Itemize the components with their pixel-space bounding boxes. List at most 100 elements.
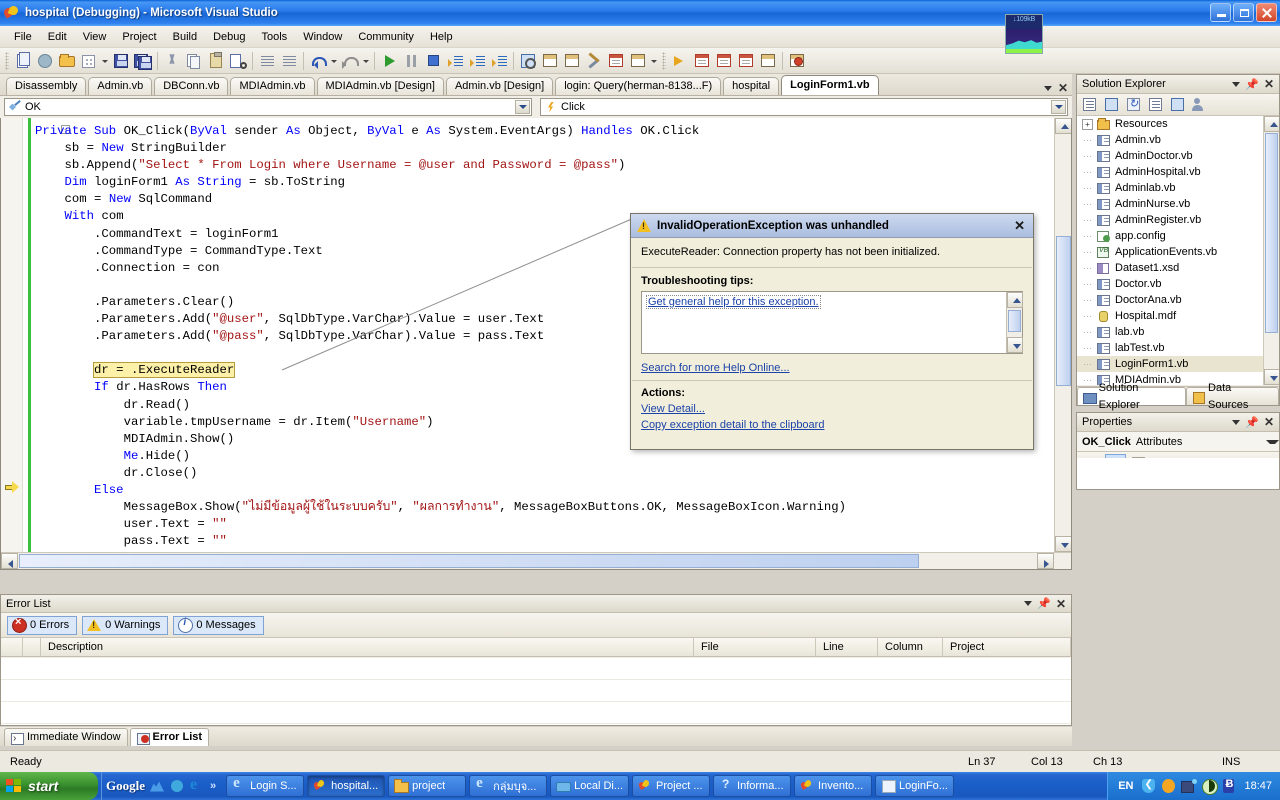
tab-dbconn-vb[interactable]: DBConn.vb bbox=[154, 77, 229, 95]
taskbar-item-project[interactable]: Project ... bbox=[632, 775, 711, 797]
editor-vertical-scrollbar[interactable] bbox=[1054, 118, 1071, 552]
autos-icon[interactable] bbox=[735, 50, 757, 72]
solution-item-applicationevents-vb[interactable]: ··· ApplicationEvents.vb bbox=[1077, 244, 1279, 260]
network-monitor-widget[interactable]: ↓109kB bbox=[1005, 14, 1043, 54]
code-line[interactable]: Private Sub OK_Click(ByVal sender As Obj… bbox=[35, 123, 1053, 140]
tab-loginform1-vb[interactable]: LoginForm1.vb bbox=[781, 75, 879, 95]
col-project[interactable]: Project bbox=[943, 637, 1071, 657]
internet-explorer-icon[interactable] bbox=[190, 776, 205, 794]
view-designer-icon[interactable] bbox=[1168, 95, 1188, 114]
find-symbol-icon[interactable] bbox=[517, 50, 539, 72]
undo-dropdown-arrow[interactable] bbox=[329, 50, 339, 72]
view-detail-link[interactable]: View Detail... bbox=[641, 403, 705, 415]
solution-item-resources[interactable]: + Resources bbox=[1077, 116, 1279, 132]
show-next-statement-icon[interactable] bbox=[669, 50, 691, 72]
solution-item-app-config[interactable]: ··· app.config bbox=[1077, 228, 1279, 244]
command-window-dropdown-arrow[interactable] bbox=[649, 50, 659, 72]
language-indicator[interactable]: EN bbox=[1118, 780, 1133, 792]
tips-scroll-thumb[interactable] bbox=[1008, 310, 1021, 332]
exception-dialog-close-icon[interactable]: ✕ bbox=[1014, 218, 1025, 234]
solution-item-doctorana-vb[interactable]: ··· DoctorAna.vb bbox=[1077, 292, 1279, 308]
tab-mdiadmin-vb-design[interactable]: MDIAdmin.vb [Design] bbox=[316, 77, 444, 95]
tab-data-sources[interactable]: Data Sources bbox=[1186, 382, 1279, 411]
toolbar-grip[interactable] bbox=[5, 51, 9, 70]
view-code-icon[interactable] bbox=[1146, 95, 1166, 114]
taskbar-item-loginform[interactable]: LoginFo... bbox=[875, 775, 954, 797]
col-line[interactable]: Line bbox=[816, 637, 878, 657]
tree-scroll-thumb[interactable] bbox=[1265, 133, 1278, 333]
bluetooth-icon[interactable] bbox=[1221, 778, 1236, 794]
redo-icon[interactable] bbox=[339, 50, 361, 72]
solution-item-adminhospital-vb[interactable]: ··· AdminHospital.vb bbox=[1077, 164, 1279, 180]
paste-icon[interactable] bbox=[205, 50, 227, 72]
table-row[interactable] bbox=[1, 680, 1071, 702]
tab-mdiadmin-vb[interactable]: MDIAdmin.vb bbox=[230, 77, 315, 95]
code-line[interactable]: com = New SqlCommand bbox=[35, 191, 1053, 208]
refresh-icon[interactable] bbox=[1124, 95, 1144, 114]
properties-icon[interactable] bbox=[1080, 95, 1100, 114]
tips-scroll-down-button[interactable] bbox=[1007, 337, 1023, 353]
media-icon[interactable] bbox=[170, 779, 185, 794]
solution-item-hospital-mdf[interactable]: ··· Hospital.mdf bbox=[1077, 308, 1279, 324]
solution-tree-scrollbar[interactable] bbox=[1263, 116, 1279, 385]
debug-toolbar-grip[interactable] bbox=[662, 51, 666, 70]
solution-item-dataset1-xsd[interactable]: ··· Dataset1.xsd bbox=[1077, 260, 1279, 276]
display-icon[interactable] bbox=[1201, 778, 1219, 795]
active-files-dropdown-icon[interactable] bbox=[1043, 85, 1052, 91]
comment-icon[interactable] bbox=[256, 50, 278, 72]
filter-warnings-button[interactable]: 0 Warnings bbox=[82, 615, 169, 635]
menu-item-file[interactable]: File bbox=[6, 29, 40, 45]
chevron-more-icon[interactable]: » bbox=[210, 780, 216, 792]
restore-button[interactable] bbox=[1233, 3, 1254, 22]
minimize-button[interactable] bbox=[1210, 3, 1231, 22]
col-file[interactable]: File bbox=[694, 637, 816, 657]
step-into-icon[interactable] bbox=[444, 50, 466, 72]
menu-item-edit[interactable]: Edit bbox=[40, 29, 75, 45]
cut-icon[interactable] bbox=[161, 50, 183, 72]
col-column[interactable]: Column bbox=[878, 637, 943, 657]
solution-explorer-close-icon[interactable]: ✕ bbox=[1264, 78, 1274, 90]
code-line[interactable]: dr.Close() bbox=[35, 465, 1053, 482]
code-line[interactable]: MessageBox.Show("ไม่มีข้อมูลผู้ใช้ในระบบ… bbox=[35, 499, 1053, 516]
stop-debugging-icon[interactable] bbox=[422, 50, 444, 72]
editor-horizontal-scrollbar[interactable] bbox=[1, 552, 1071, 569]
security-shield-icon[interactable] bbox=[1141, 778, 1156, 794]
menu-item-help[interactable]: Help bbox=[422, 29, 461, 45]
copy-icon[interactable] bbox=[183, 50, 205, 72]
locals-icon[interactable] bbox=[713, 50, 735, 72]
solution-tree[interactable]: + Resources ··· Admin.vb ··· AdminDoctor.vb ··… bbox=[1077, 116, 1279, 385]
tips-scroll-up-button[interactable] bbox=[1007, 292, 1023, 308]
add-new-item-dropdown-arrow[interactable] bbox=[100, 50, 110, 72]
col-description[interactable]: Description bbox=[41, 637, 694, 657]
close-document-icon[interactable]: ✕ bbox=[1058, 82, 1068, 94]
solution-item-admindoctor-vb[interactable]: ··· AdminDoctor.vb bbox=[1077, 148, 1279, 164]
redo-dropdown-arrow[interactable] bbox=[361, 50, 371, 72]
menu-item-project[interactable]: Project bbox=[114, 29, 164, 45]
code-line[interactable]: sb = New StringBuilder bbox=[35, 140, 1053, 157]
member-combo-arrow-icon[interactable] bbox=[1051, 100, 1066, 114]
solution-item-loginform1-vb[interactable]: ··· LoginForm1.vb bbox=[1077, 356, 1279, 372]
object-browser-icon[interactable] bbox=[605, 50, 627, 72]
toolbox-icon[interactable] bbox=[583, 50, 605, 72]
table-row[interactable] bbox=[1, 702, 1071, 724]
tab-disassembly[interactable]: Disassembly bbox=[6, 77, 87, 95]
solution-item-adminnurse-vb[interactable]: ··· AdminNurse.vb bbox=[1077, 196, 1279, 212]
error-list-rows[interactable] bbox=[1, 658, 1071, 725]
tab-admin-vb-design[interactable]: Admin.vb [Design] bbox=[445, 77, 554, 95]
save-icon[interactable] bbox=[110, 50, 132, 72]
tab-admin-vb[interactable]: Admin.vb bbox=[88, 77, 153, 95]
properties-grid[interactable] bbox=[1077, 458, 1279, 489]
tab-immediate-window[interactable]: Immediate Window bbox=[4, 728, 128, 747]
filter-errors-button[interactable]: 0 Errors bbox=[7, 615, 78, 635]
properties-close-icon[interactable]: ✕ bbox=[1264, 416, 1274, 428]
google-icon[interactable]: Google bbox=[106, 778, 145, 794]
exception-assistant-dialog[interactable]: InvalidOperationException was unhandled … bbox=[630, 213, 1034, 450]
clock[interactable]: 18:47 bbox=[1244, 780, 1272, 792]
taskbar-item-inventory[interactable]: Invento... bbox=[794, 775, 873, 797]
solution-item-lab-vb[interactable]: ··· lab.vb bbox=[1077, 324, 1279, 340]
horizontal-scroll-thumb[interactable] bbox=[19, 554, 919, 568]
table-row[interactable] bbox=[1, 658, 1071, 680]
code-line[interactable]: Me.Hide() bbox=[35, 448, 1053, 465]
tree-scroll-up-button[interactable] bbox=[1264, 116, 1279, 132]
taskbar-item-hospital[interactable]: hospital... bbox=[307, 775, 386, 797]
